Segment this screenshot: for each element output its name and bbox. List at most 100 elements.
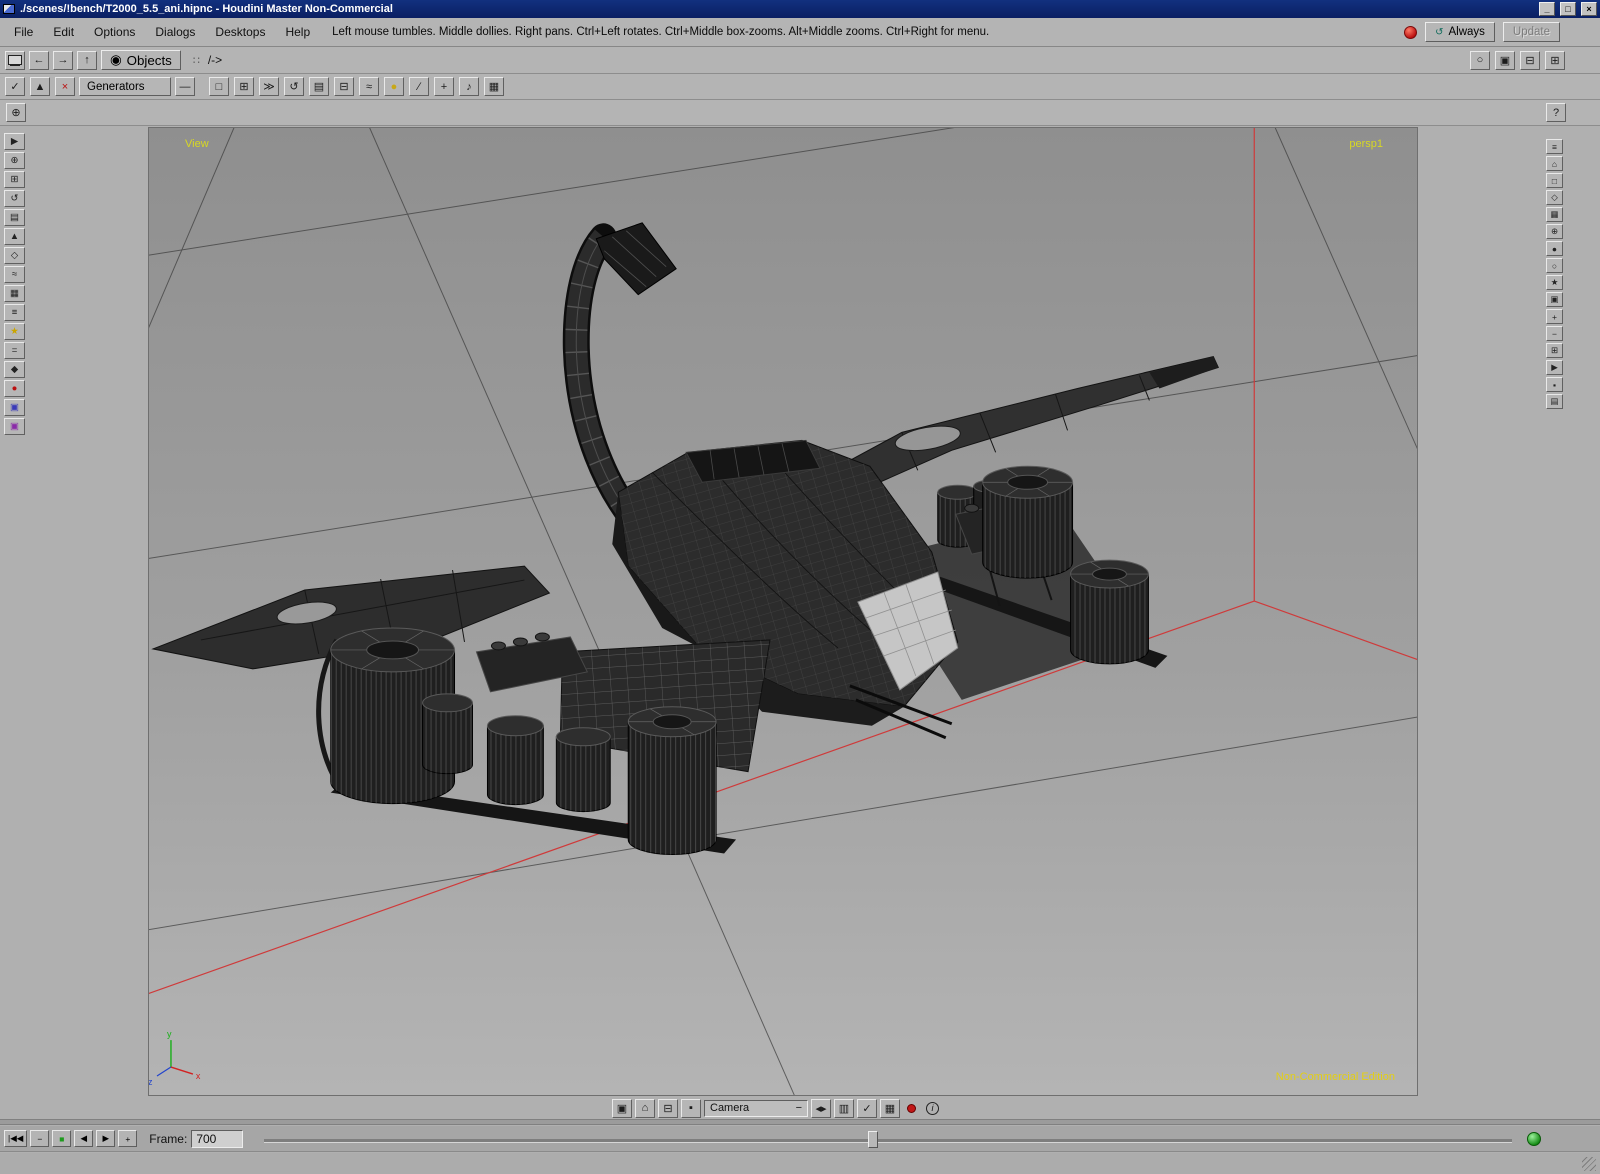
tool-curves-icon[interactable]: ≈ [4, 266, 25, 283]
context-objects-button[interactable]: ◉ Objects [101, 50, 181, 70]
tool-peak-icon[interactable]: ▲ [4, 228, 25, 245]
shelf-wave-icon[interactable]: ≈ [359, 77, 379, 96]
app-icon[interactable] [3, 4, 15, 14]
shelf-spinner-icon[interactable]: ▲ [30, 77, 50, 96]
shelf-split-icon[interactable]: ⊟ [334, 77, 354, 96]
tool-select-icon[interactable]: ▶ [4, 133, 25, 150]
tool-keyframe-icon[interactable]: = [4, 342, 25, 359]
home-view-icon[interactable]: ⌂ [635, 1099, 655, 1118]
view-home-icon[interactable]: ⌂ [1546, 156, 1563, 171]
shelf-audio-icon[interactable]: ♪ [459, 77, 479, 96]
path-grip[interactable]: ∷ [193, 54, 201, 67]
help-button[interactable]: ? [1546, 103, 1566, 122]
shelf-undo-icon[interactable]: ↺ [284, 77, 304, 96]
timeline-track[interactable] [264, 1139, 1512, 1142]
shelf-needle-icon[interactable]: ∕ [409, 77, 429, 96]
tool-texture-icon[interactable]: ▣ [4, 418, 25, 435]
view-wireframe-icon[interactable]: ○ [1546, 258, 1563, 273]
go-start-button[interactable]: |◀◀ [4, 1130, 27, 1147]
tool-material-icon[interactable]: ▣ [4, 399, 25, 416]
layout-single-icon[interactable]: ▣ [1495, 51, 1515, 70]
tool-move-icon[interactable]: ⊞ [4, 171, 25, 188]
select-visible-icon[interactable]: ✓ [857, 1099, 877, 1118]
shelf-clear-icon[interactable]: × [55, 77, 75, 96]
play-reverse-button[interactable]: ◀ [74, 1130, 93, 1147]
shelf-toggle-icon[interactable]: ✓ [5, 77, 25, 96]
menu-edit[interactable]: Edit [43, 22, 84, 42]
shelf-add-icon[interactable]: + [434, 77, 454, 96]
network-path[interactable]: /-> [208, 53, 222, 67]
tool-edit-icon[interactable]: ◇ [4, 247, 25, 264]
menu-desktops[interactable]: Desktops [205, 22, 275, 42]
maximize-button[interactable]: □ [1560, 2, 1576, 16]
view-zoom-in-icon[interactable]: + [1546, 309, 1563, 324]
view-light-icon[interactable]: ★ [1546, 275, 1563, 290]
minimize-button[interactable]: _ [1539, 2, 1555, 16]
frame-back-button[interactable]: − [30, 1130, 49, 1147]
timeline-thumb[interactable] [868, 1131, 878, 1148]
tool-light-icon[interactable]: ★ [4, 323, 25, 340]
shelf-network-icon[interactable]: ⊞ [234, 77, 254, 96]
view-layout-icon[interactable]: ⊞ [1546, 343, 1563, 358]
stop-button[interactable]: ■ [52, 1130, 71, 1147]
lock-view-icon[interactable]: ▪ [681, 1099, 701, 1118]
two-view-icon[interactable]: ⊟ [658, 1099, 678, 1118]
tool-grid-icon[interactable]: ▦ [4, 285, 25, 302]
view-shaded-icon[interactable]: ● [1546, 241, 1563, 256]
tool-rotate-icon[interactable]: ↺ [4, 190, 25, 207]
forward-icon[interactable]: → [53, 51, 73, 70]
close-button[interactable]: × [1581, 2, 1597, 16]
view-info-icon[interactable]: ▤ [1546, 394, 1563, 409]
menu-dialogs[interactable]: Dialogs [145, 22, 205, 42]
view-camera-icon[interactable]: ▣ [1546, 292, 1563, 307]
always-update-button[interactable]: ↺ Always [1425, 22, 1495, 42]
menu-help[interactable]: Help [275, 22, 320, 42]
view-zoom-out-icon[interactable]: − [1546, 326, 1563, 341]
tool-category-select[interactable]: Generators [79, 77, 171, 96]
view-grid-icon[interactable]: ▦ [1546, 207, 1563, 222]
pane-view-menu[interactable]: View [185, 138, 209, 150]
shelf-sphere-icon[interactable]: ● [384, 77, 404, 96]
back-icon[interactable]: ← [29, 51, 49, 70]
play-forward-button[interactable]: ▶ [96, 1130, 115, 1147]
snapshot-icon[interactable]: ▣ [612, 1099, 632, 1118]
view-snap-icon[interactable]: ⊕ [1546, 224, 1563, 239]
view-select-icon[interactable]: ▶ [1546, 360, 1563, 375]
resize-grip[interactable] [1582, 1157, 1596, 1171]
camera-select[interactable]: Camera − [704, 1100, 808, 1117]
frame-forward-button[interactable]: + [118, 1130, 137, 1147]
layout-circle-icon[interactable]: ○ [1470, 51, 1490, 70]
view-options-icon[interactable]: ≡ [1546, 139, 1563, 154]
tool-pin-icon[interactable]: ● [4, 380, 25, 397]
shelf-arrow-icon[interactable]: ≫ [259, 77, 279, 96]
refresh-icon: ↺ [1435, 27, 1443, 38]
viewport[interactable]: y x z View persp1 Non-Commercial Edition [148, 127, 1418, 1096]
shelf-file-icon[interactable]: □ [209, 77, 229, 96]
tool-handles-icon[interactable]: ⊕ [4, 152, 25, 169]
camera-cycle-button[interactable]: ◂▸ [811, 1099, 831, 1118]
desktop-icon[interactable] [5, 51, 25, 70]
frame-input[interactable] [191, 1130, 243, 1148]
view-ortho-icon[interactable]: ◇ [1546, 190, 1563, 205]
grid-toggle-icon[interactable]: ▦ [880, 1099, 900, 1118]
menu-file[interactable]: File [4, 22, 43, 42]
viewport-canvas[interactable]: y x z [149, 128, 1417, 1095]
shelf-layers-icon[interactable]: ▤ [309, 77, 329, 96]
layout-split-icon[interactable]: ⊟ [1520, 51, 1540, 70]
info-icon[interactable]: i [926, 1102, 939, 1115]
pan-hand-icon[interactable]: ⊕ [6, 103, 26, 122]
up-path-icon[interactable]: ↑ [77, 51, 97, 70]
view-mask-icon[interactable]: ▪ [1546, 377, 1563, 392]
tool-sculpt-icon[interactable]: ≡ [4, 304, 25, 321]
tool-mirror-icon[interactable]: ◆ [4, 361, 25, 378]
view-frame-icon[interactable]: □ [1546, 173, 1563, 188]
shelf-menu-button[interactable]: — [175, 77, 195, 96]
tool-scale-icon[interactable]: ▤ [4, 209, 25, 226]
record-icon[interactable] [907, 1104, 916, 1113]
shelf-grid-icon[interactable]: ▦ [484, 77, 504, 96]
update-button[interactable]: Update [1503, 22, 1560, 42]
layout-quad-icon[interactable]: ⊞ [1545, 51, 1565, 70]
menu-options[interactable]: Options [84, 22, 145, 42]
timeline-gutter [0, 1119, 1600, 1125]
flipbook-icon[interactable]: ▥ [834, 1099, 854, 1118]
